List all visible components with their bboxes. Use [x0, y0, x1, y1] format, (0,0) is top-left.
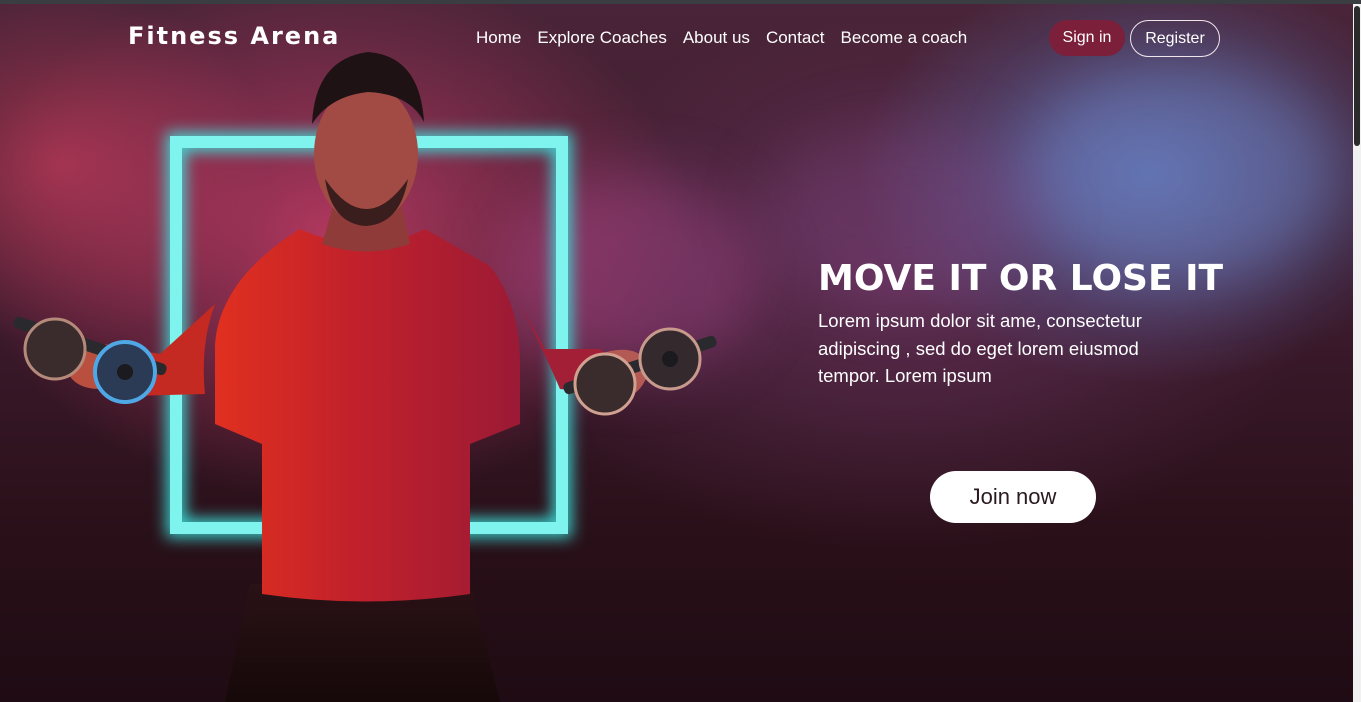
join-now-button[interactable]: Join now — [930, 471, 1096, 523]
brand-logo[interactable]: Fitness Arena — [128, 22, 340, 50]
register-button[interactable]: Register — [1130, 20, 1220, 57]
athlete-image — [13, 52, 717, 702]
smoke-blue — [1020, 64, 1340, 284]
nav-item-become-coach[interactable]: Become a coach — [841, 28, 968, 48]
signin-button[interactable]: Sign in — [1049, 20, 1125, 56]
scrollbar-thumb[interactable] — [1354, 6, 1360, 146]
hero-headline: MOVE IT OR LOSE IT — [818, 258, 1224, 299]
hero-description: Lorem ipsum dolor sit ame, consectetur a… — [818, 310, 1142, 386]
nav-item-home[interactable]: Home — [476, 28, 521, 48]
hero-section: Fitness Arena Home Explore Coaches About… — [0, 4, 1353, 702]
main-nav: Home Explore Coaches About us Contact Be… — [476, 28, 967, 48]
nav-item-explore-coaches[interactable]: Explore Coaches — [537, 28, 666, 48]
nav-item-about-us[interactable]: About us — [683, 28, 750, 48]
nav-item-contact[interactable]: Contact — [766, 28, 825, 48]
page-scrollbar[interactable] — [1353, 4, 1361, 702]
